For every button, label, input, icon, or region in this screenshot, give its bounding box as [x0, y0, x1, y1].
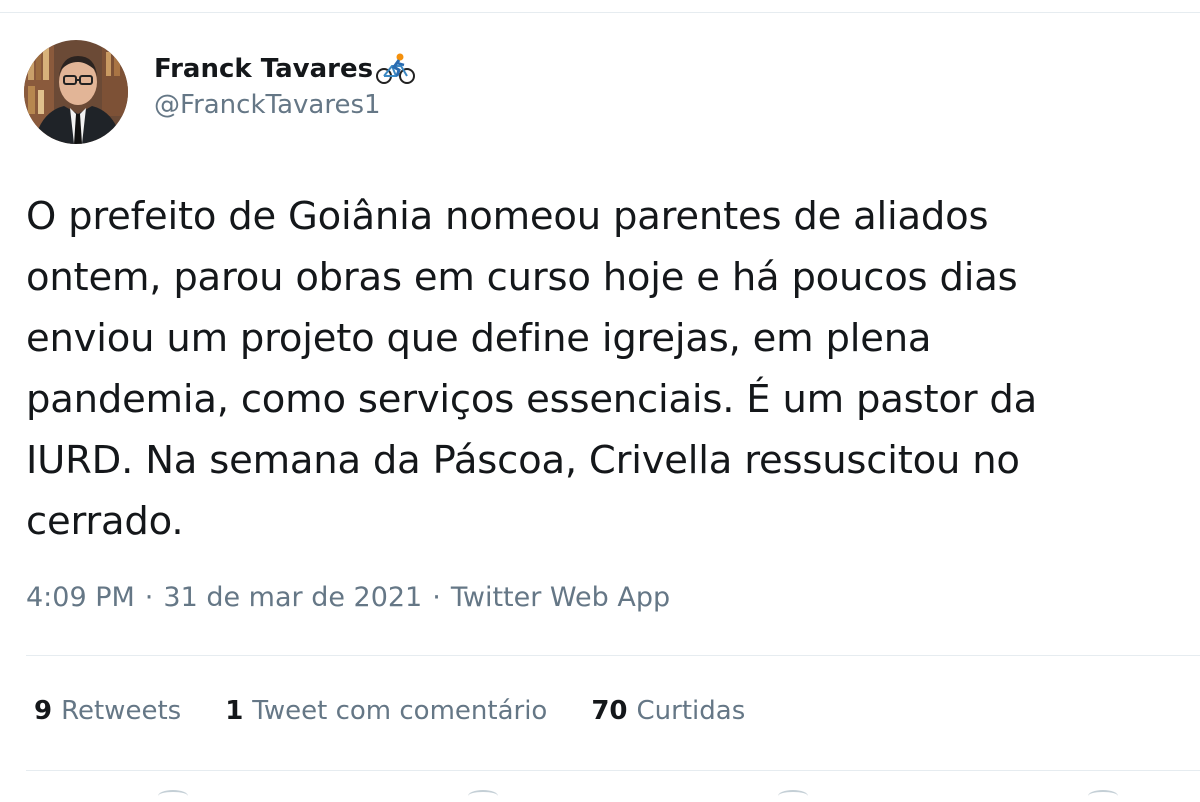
retweet-icon[interactable] [468, 790, 498, 802]
tweet-text: O prefeito de Goiânia nomeou parentes de… [26, 194, 1038, 544]
author-name-row: Franck Tavares [154, 52, 417, 86]
top-divider [0, 12, 1200, 13]
tweet-stats: 9 Retweets 1 Tweet com comentário 70 Cur… [34, 696, 789, 726]
stats-top-divider [26, 655, 1200, 656]
quote-tweets-label: Tweet com comentário [252, 696, 548, 726]
meta-separator: · [432, 582, 441, 613]
avatar[interactable] [24, 40, 128, 144]
retweets-stat[interactable]: 9 Retweets [34, 696, 181, 726]
author-display-name[interactable]: Franck Tavares [154, 52, 373, 86]
likes-count: 70 [591, 696, 628, 726]
author-handle[interactable]: @FranckTavares1 [154, 88, 417, 122]
share-icon[interactable] [1088, 790, 1118, 802]
like-icon[interactable] [778, 790, 808, 802]
author-identity: Franck Tavares @FranckTavares1 [154, 52, 417, 122]
likes-label: Curtidas [636, 696, 746, 726]
tweet-source[interactable]: Twitter Web App [451, 582, 670, 613]
bicyclist-icon [375, 52, 417, 86]
tweet-header: Franck Tavares @FranckTavares1 [24, 40, 417, 144]
tweet-time[interactable]: 4:09 PM [26, 582, 135, 613]
quote-tweets-stat[interactable]: 1 Tweet com comentário [225, 696, 547, 726]
quote-tweets-count: 1 [225, 696, 244, 726]
likes-stat[interactable]: 70 Curtidas [591, 696, 745, 726]
reply-icon[interactable] [158, 790, 188, 802]
meta-separator: · [144, 582, 154, 613]
retweets-count: 9 [34, 696, 53, 726]
tweet-meta: 4:09 PM · 31 de mar de 2021 · Twitter We… [26, 582, 670, 613]
retweets-label: Retweets [61, 696, 182, 726]
stats-bottom-divider [26, 770, 1200, 771]
action-bar [0, 790, 1200, 800]
tweet-date[interactable]: 31 de mar de 2021 [163, 582, 422, 613]
